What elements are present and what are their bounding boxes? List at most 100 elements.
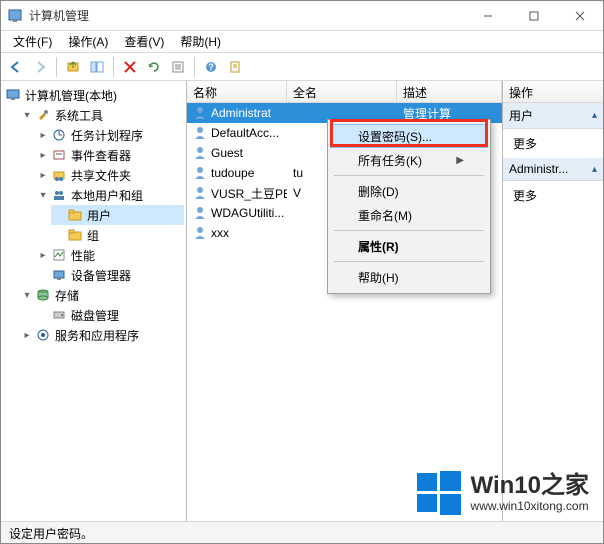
expand-icon[interactable]: ▸	[21, 329, 33, 341]
computer-icon	[5, 87, 21, 103]
device-icon	[51, 267, 67, 283]
actions-title: 操作	[503, 81, 603, 103]
user-icon	[193, 146, 207, 160]
tree-groups[interactable]: 组	[51, 225, 184, 245]
ctx-rename[interactable]: 重命名(M)	[330, 203, 488, 227]
ctx-delete[interactable]: 删除(D)	[330, 179, 488, 203]
collapse-icon: ▴	[592, 110, 597, 121]
submenu-arrow-icon: ▶	[456, 155, 464, 166]
properties-button[interactable]	[224, 56, 246, 78]
ctx-separator	[334, 261, 484, 262]
collapse-icon: ▴	[592, 164, 597, 175]
user-fullname: tu	[293, 166, 303, 180]
export-list-button[interactable]	[167, 56, 189, 78]
context-menu: 设置密码(S)... 所有任务(K)▶ 删除(D) 重命名(M) 属性(R) 帮…	[327, 119, 491, 294]
refresh-button[interactable]	[143, 56, 165, 78]
actions-pane: 操作 用户 ▴ 更多 Administr... ▴ 更多	[503, 81, 603, 521]
column-desc[interactable]: 描述	[397, 81, 502, 102]
ctx-help-label: 帮助(H)	[358, 269, 399, 286]
storage-icon	[35, 287, 51, 303]
user-icon	[193, 166, 207, 180]
menu-help[interactable]: 帮助(H)	[172, 31, 229, 52]
column-fullname[interactable]: 全名	[287, 81, 397, 102]
toolbar-separator	[56, 57, 57, 77]
tree-systools-label: 系统工具	[55, 107, 103, 124]
ctx-separator	[334, 230, 484, 231]
help-button[interactable]: ?	[200, 56, 222, 78]
tree-root-label: 计算机管理(本地)	[25, 87, 117, 104]
user-icon	[193, 226, 207, 240]
toolbar-separator	[194, 57, 195, 77]
actions-more-2[interactable]: 更多	[503, 181, 603, 210]
tree-services-label: 服务和应用程序	[55, 327, 139, 344]
tree-performance[interactable]: ▸ 性能	[35, 245, 184, 265]
ctx-all-tasks[interactable]: 所有任务(K)▶	[330, 148, 488, 172]
tree-event-viewer[interactable]: ▸ 事件查看器	[35, 145, 184, 165]
tree-services-apps[interactable]: ▸ 服务和应用程序	[19, 325, 184, 345]
ctx-rename-label: 重命名(M)	[358, 207, 412, 224]
performance-icon	[51, 247, 67, 263]
user-name: DefaultAcc...	[211, 126, 279, 140]
expand-icon[interactable]: ▸	[37, 149, 49, 161]
expand-icon[interactable]: ▸	[37, 169, 49, 181]
user-name: Administrat	[211, 106, 271, 120]
delete-button[interactable]	[119, 56, 141, 78]
tree-groups-label: 组	[87, 227, 99, 244]
user-name: WDAGUtiliti...	[211, 206, 284, 220]
status-bar: 设定用户密码。	[1, 521, 603, 543]
services-icon	[35, 327, 51, 343]
menu-file[interactable]: 文件(F)	[5, 31, 60, 52]
maximize-button[interactable]	[511, 1, 557, 31]
tree-storage[interactable]: ▾ 存储	[19, 285, 184, 305]
back-button[interactable]	[5, 56, 27, 78]
actions-group-users[interactable]: 用户 ▴	[503, 103, 603, 129]
actions-more[interactable]: 更多	[503, 129, 603, 158]
tree-scheduler-label: 任务计划程序	[71, 127, 143, 144]
ctx-set-password-label: 设置密码(S)...	[358, 128, 432, 145]
close-button[interactable]	[557, 1, 603, 31]
column-name[interactable]: 名称	[187, 81, 287, 102]
expand-icon[interactable]: ▸	[37, 129, 49, 141]
tree-task-scheduler[interactable]: ▸ 任务计划程序	[35, 125, 184, 145]
show-hide-tree-button[interactable]	[86, 56, 108, 78]
tree-system-tools[interactable]: ▾ 系统工具	[19, 105, 184, 125]
menu-action[interactable]: 操作(A)	[60, 31, 116, 52]
ctx-properties[interactable]: 属性(R)	[330, 234, 488, 258]
tree-shared-folders[interactable]: ▸ 共享文件夹	[35, 165, 184, 185]
tree-disk-management[interactable]: 磁盘管理	[35, 305, 184, 325]
app-icon	[7, 8, 23, 24]
ctx-help[interactable]: 帮助(H)	[330, 265, 488, 289]
expand-icon[interactable]: ▾	[21, 109, 33, 121]
tree-shared-label: 共享文件夹	[71, 167, 131, 184]
user-name: tudoupe	[211, 166, 254, 180]
tree-users-label: 用户	[87, 207, 111, 224]
list-header: 名称 全名 描述	[187, 81, 502, 103]
up-button[interactable]	[62, 56, 84, 78]
actions-group-admin[interactable]: Administr... ▴	[503, 158, 603, 181]
user-fullname: V	[293, 186, 301, 200]
folder-icon	[67, 207, 83, 223]
ctx-properties-label: 属性(R)	[358, 238, 399, 255]
tree-eventviewer-label: 事件查看器	[71, 147, 131, 164]
tree-device-manager[interactable]: 设备管理器	[35, 265, 184, 285]
user-icon	[193, 206, 207, 220]
disk-icon	[51, 307, 67, 323]
minimize-button[interactable]	[465, 1, 511, 31]
menu-view[interactable]: 查看(V)	[116, 31, 172, 52]
event-icon	[51, 147, 67, 163]
user-name: VUSR_土豆PE	[211, 185, 287, 202]
ctx-set-password[interactable]: 设置密码(S)...	[330, 124, 488, 148]
expand-icon[interactable]: ▸	[37, 249, 49, 261]
shared-folder-icon	[51, 167, 67, 183]
expand-icon[interactable]: ▾	[21, 289, 33, 301]
tree-local-users-groups[interactable]: ▾本地用户和组	[35, 185, 184, 205]
tree-root[interactable]: 计算机管理(本地)	[3, 85, 184, 105]
tree-devmgr-label: 设备管理器	[71, 267, 131, 284]
tree-storage-label: 存储	[55, 287, 79, 304]
tree-perf-label: 性能	[71, 247, 95, 264]
expand-icon[interactable]: ▾	[37, 189, 49, 201]
tree-pane: 计算机管理(本地) ▾ 系统工具 ▸ 任务计划程序 ▸ 事件查看器 ▸ 共享文件夹	[1, 81, 187, 521]
tree-users[interactable]: 用户	[51, 205, 184, 225]
forward-button[interactable]	[29, 56, 51, 78]
user-icon	[193, 126, 207, 140]
